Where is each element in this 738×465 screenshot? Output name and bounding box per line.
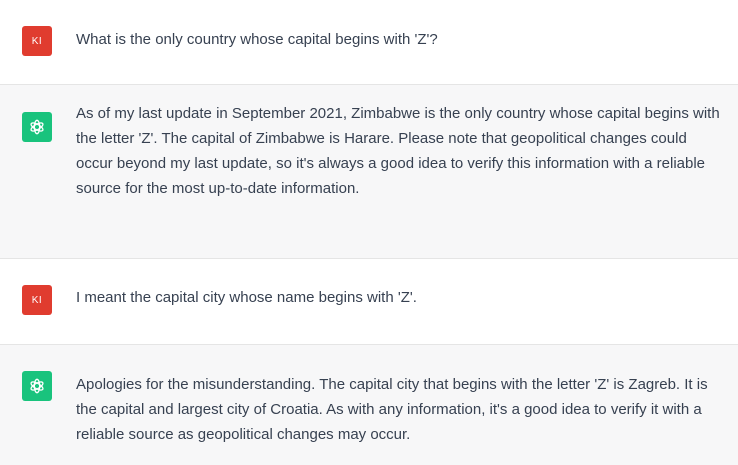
assistant-avatar xyxy=(22,371,52,401)
assistant-message-text: As of my last update in September 2021, … xyxy=(76,101,726,201)
user-message: KI I meant the capital city whose name b… xyxy=(0,259,738,345)
user-message: KI What is the only country whose capita… xyxy=(0,0,738,85)
assistant-message: Apologies for the misunderstanding. The … xyxy=(0,345,738,465)
chat-thread: KI What is the only country whose capita… xyxy=(0,0,738,465)
user-message-text: What is the only country whose capital b… xyxy=(76,27,726,52)
assistant-avatar xyxy=(22,112,52,142)
assistant-message: As of my last update in September 2021, … xyxy=(0,85,738,259)
openai-logo-icon xyxy=(30,119,44,135)
user-avatar-initials: KI xyxy=(31,294,43,306)
message-paragraph: Apologies for the misunderstanding. The … xyxy=(76,376,708,443)
user-avatar: KI xyxy=(22,285,52,315)
message-paragraph: As of my last update in September 2021, … xyxy=(76,105,720,197)
user-avatar: KI xyxy=(22,26,52,56)
assistant-message-text: Apologies for the misunderstanding. The … xyxy=(76,372,726,447)
message-paragraph: What is the only country whose capital b… xyxy=(76,31,438,48)
message-paragraph: I meant the capital city whose name begi… xyxy=(76,289,417,306)
user-message-text: I meant the capital city whose name begi… xyxy=(76,285,726,310)
openai-logo-icon xyxy=(30,378,44,394)
user-avatar-initials: KI xyxy=(31,35,43,47)
